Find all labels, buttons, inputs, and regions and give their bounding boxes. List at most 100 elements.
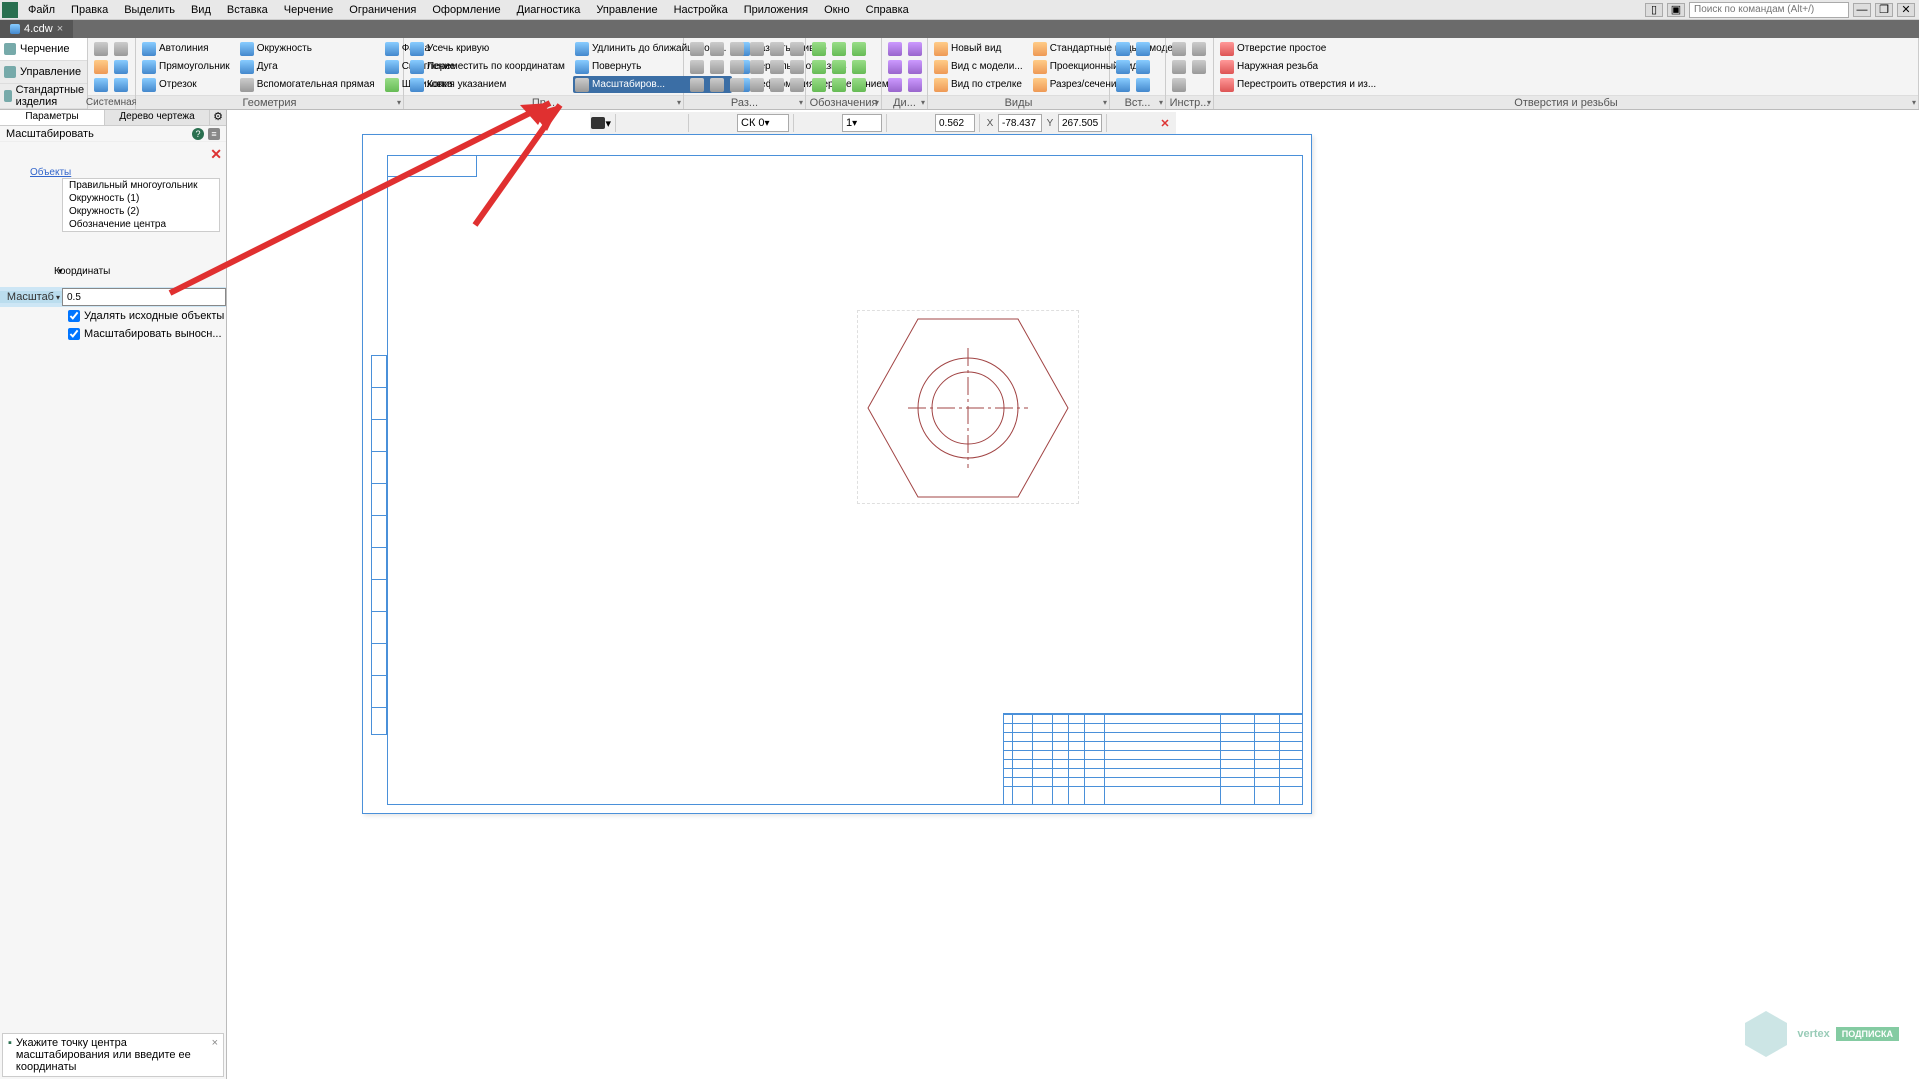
break2-icon[interactable] bbox=[1133, 113, 1153, 133]
step-field[interactable]: 1 ▾ bbox=[842, 114, 882, 132]
des4[interactable] bbox=[830, 40, 848, 57]
menu-view[interactable]: Вид bbox=[183, 2, 219, 18]
menu-manage[interactable]: Управление bbox=[588, 2, 665, 18]
drawing-canvas[interactable] bbox=[227, 110, 1919, 1079]
new-button[interactable] bbox=[92, 40, 110, 57]
mode-manage[interactable]: Управление bbox=[0, 61, 87, 84]
ins4[interactable] bbox=[1134, 40, 1152, 57]
ins5[interactable] bbox=[1134, 58, 1152, 75]
document-tab[interactable]: 4.cdw × bbox=[0, 20, 73, 38]
menu-format[interactable]: Оформление bbox=[424, 2, 508, 18]
zoom-in-icon[interactable] bbox=[891, 113, 911, 133]
ins6[interactable] bbox=[1134, 76, 1152, 93]
ins1[interactable] bbox=[1114, 40, 1132, 57]
dim4[interactable] bbox=[708, 40, 726, 57]
coords-section-header[interactable]: Координаты bbox=[0, 264, 226, 279]
list-item[interactable]: Правильный многоугольник bbox=[63, 179, 219, 192]
step-icon[interactable] bbox=[820, 113, 840, 133]
open-button[interactable] bbox=[92, 58, 110, 75]
dim1[interactable] bbox=[688, 40, 706, 57]
arc-button[interactable]: Дуга bbox=[238, 58, 381, 75]
cs-dropdown[interactable]: СК 0 ▾ bbox=[737, 114, 789, 132]
dim8[interactable] bbox=[728, 58, 746, 75]
dim3[interactable] bbox=[688, 76, 706, 93]
tl2[interactable] bbox=[1170, 58, 1188, 75]
print-button[interactable] bbox=[112, 40, 130, 57]
undo-button[interactable] bbox=[112, 58, 130, 75]
des2[interactable] bbox=[810, 58, 828, 75]
snap-mid-icon[interactable] bbox=[642, 113, 662, 133]
menu-constraints[interactable]: Ограничения bbox=[341, 2, 424, 18]
list-item[interactable]: Окружность (2) bbox=[63, 205, 219, 218]
menu-file[interactable]: Файл bbox=[20, 2, 63, 18]
des1[interactable] bbox=[810, 40, 828, 57]
movecoord-button[interactable]: Переместить по координатам bbox=[408, 58, 571, 75]
modelview-button[interactable]: Вид с модели... bbox=[932, 58, 1029, 75]
mode-drawing[interactable]: Черчение bbox=[0, 38, 87, 61]
mdi-tile-icon[interactable]: ▯ bbox=[1645, 3, 1663, 17]
redo-button[interactable] bbox=[112, 76, 130, 93]
dim12[interactable] bbox=[748, 76, 766, 93]
x-field[interactable]: -78.437 bbox=[998, 114, 1042, 132]
con2[interactable] bbox=[886, 58, 904, 75]
auxline-button[interactable]: Вспомогательная прямая bbox=[238, 76, 381, 93]
y-field[interactable]: 267.505 bbox=[1058, 114, 1102, 132]
con1[interactable] bbox=[886, 40, 904, 57]
con5[interactable] bbox=[906, 58, 924, 75]
menu-window[interactable]: Окно bbox=[816, 2, 858, 18]
save-button[interactable] bbox=[92, 76, 110, 93]
des3[interactable] bbox=[810, 76, 828, 93]
dim14[interactable] bbox=[768, 58, 786, 75]
rectangle-button[interactable]: Прямоугольник bbox=[140, 58, 236, 75]
tab-tree[interactable]: Дерево чертежа bbox=[105, 110, 210, 125]
panel-settings-icon[interactable]: ⚙ bbox=[210, 110, 226, 125]
command-search-input[interactable] bbox=[1689, 2, 1849, 18]
menu-apps[interactable]: Приложения bbox=[736, 2, 816, 18]
list-icon[interactable]: ≡ bbox=[208, 128, 220, 140]
window-minimize-icon[interactable]: — bbox=[1853, 3, 1871, 17]
des6[interactable] bbox=[830, 76, 848, 93]
tl5[interactable] bbox=[1190, 58, 1208, 75]
origin-icon[interactable] bbox=[715, 113, 735, 133]
tab-parameters[interactable]: Параметры bbox=[0, 110, 105, 125]
break-icon[interactable] bbox=[1111, 113, 1131, 133]
copyref-button[interactable]: Копия указанием bbox=[408, 76, 571, 93]
tl4[interactable] bbox=[1190, 40, 1208, 57]
dim9[interactable] bbox=[728, 76, 746, 93]
menu-select[interactable]: Выделить bbox=[116, 2, 183, 18]
menu-edit[interactable]: Правка bbox=[63, 2, 116, 18]
tl3[interactable] bbox=[1170, 76, 1188, 93]
circle-button[interactable]: Окружность bbox=[238, 40, 381, 57]
mode-standard[interactable]: Стандартные изделия bbox=[0, 84, 87, 109]
des7[interactable] bbox=[850, 40, 868, 57]
autoline-button[interactable]: Автолиния bbox=[140, 40, 236, 57]
zoom-field[interactable]: 0.562 bbox=[935, 114, 975, 132]
arrowview-button[interactable]: Вид по стрелке bbox=[932, 76, 1029, 93]
linestyle-dropdown[interactable]: ▾ bbox=[591, 113, 611, 133]
delete-originals-checkbox[interactable]: Удалять исходные объекты bbox=[0, 307, 226, 325]
con4[interactable] bbox=[906, 40, 924, 57]
hole-thread-button[interactable]: Наружная резьба bbox=[1218, 58, 1382, 75]
tl1[interactable] bbox=[1170, 40, 1188, 57]
tab-close-icon[interactable]: × bbox=[57, 23, 63, 35]
menu-diag[interactable]: Диагностика bbox=[509, 2, 589, 18]
ortho-icon[interactable] bbox=[798, 113, 818, 133]
snap-center-icon[interactable] bbox=[664, 113, 684, 133]
hole-simple-button[interactable]: Отверстие простое bbox=[1218, 40, 1382, 57]
prompt-close-icon[interactable]: × bbox=[212, 1037, 218, 1073]
dim5[interactable] bbox=[708, 58, 726, 75]
dim10[interactable] bbox=[748, 40, 766, 57]
menu-draw[interactable]: Черчение bbox=[276, 2, 342, 18]
dim13[interactable] bbox=[768, 40, 786, 57]
list-item[interactable]: Окружность (1) bbox=[63, 192, 219, 205]
window-maximize-icon[interactable]: ❐ bbox=[1875, 3, 1893, 17]
cancel-operation-icon[interactable]: ✕ bbox=[1155, 113, 1175, 133]
window-close-icon[interactable]: ✕ bbox=[1897, 3, 1915, 17]
dim18[interactable] bbox=[788, 76, 806, 93]
menu-settings[interactable]: Настройка bbox=[666, 2, 736, 18]
menu-insert[interactable]: Вставка bbox=[219, 2, 276, 18]
con3[interactable] bbox=[886, 76, 904, 93]
dim7[interactable] bbox=[728, 40, 746, 57]
segment-button[interactable]: Отрезок bbox=[140, 76, 236, 93]
zoom-out-icon[interactable] bbox=[913, 113, 933, 133]
